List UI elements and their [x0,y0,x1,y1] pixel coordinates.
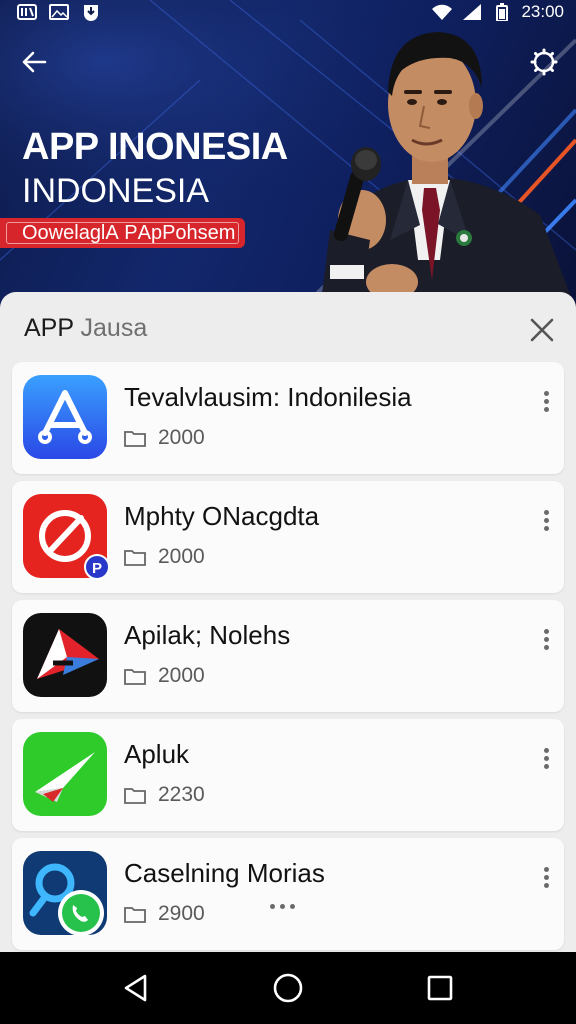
app-name: Mphty ONacgdta [124,501,320,531]
folder-icon [124,431,146,447]
nav-back-button[interactable] [112,964,160,1012]
more-options-button[interactable] [534,386,558,416]
app-name: Apilak; Nolehs [124,620,291,650]
status-time: 23:00 [521,2,564,21]
more-vert-icon [543,390,549,396]
hero-banner: 23:00 APP INONESIA INDONESIA OowelaglА Р… [0,0,576,310]
image-icon [48,3,70,21]
gear-icon [530,48,558,76]
status-bar: 23:00 [0,0,576,24]
app-meta: 2000 [124,545,205,569]
sheet-header: APP Jausa [0,292,576,362]
more-vert-icon [543,747,549,753]
list-item[interactable]: Tevalvlausim: Indonilesia 2000 [12,362,564,474]
red-slash-app-icon: P [23,494,110,580]
folder-icon [124,788,146,804]
folder-icon [124,550,146,566]
hero-subtitle: INDONESIA [22,172,210,210]
folder-icon [124,669,146,685]
more-horizontal-button[interactable] [270,898,306,914]
app-name: Caselning Morias [124,858,325,888]
list-item[interactable]: Apluk 2230 [12,719,564,831]
book-icon [16,3,38,21]
nav-recents-button[interactable] [416,964,464,1012]
back-triangle-icon [124,974,147,1002]
nav-home-button[interactable] [264,964,312,1012]
app-meta-value: 2230 [158,783,205,806]
app-list: Tevalvlausim: Indonilesia 2000 P Mphty O… [12,362,564,952]
app-meta: 2230 [124,783,205,807]
folder-icon [124,907,146,923]
app-meta-value: 2900 [158,902,205,925]
wifi-icon [431,3,453,21]
paper-plane-app-icon [23,732,107,816]
more-vert-icon [543,866,549,872]
app-meta: 2000 [124,664,205,688]
app-name: Tevalvlausim: Indonilesia [124,382,412,412]
more-options-button[interactable] [534,624,558,654]
app-badge-letter: P [92,560,102,577]
battery-icon [491,3,513,21]
screen: 23:00 APP INONESIA INDONESIA OowelaglА Р… [0,0,576,1024]
app-meta-value: 2000 [158,426,205,449]
more-vert-icon [543,628,549,634]
app-meta: 2900 [124,902,205,926]
more-horiz-icon [270,903,275,909]
sheet-title-muted: Jausa [80,314,148,342]
recents-square-icon [427,975,453,1001]
hero-tag-badge: OowelaglА РApPohsem [0,218,246,248]
back-button[interactable] [14,42,54,82]
app-meta-value: 2000 [158,545,205,568]
more-options-button[interactable] [534,862,558,892]
home-circle-icon [273,973,303,1003]
sheet-title: APP Jausa [24,314,147,343]
sheet-title-main: APP [24,314,74,342]
arrow-left-icon [22,51,47,73]
hero-title: APP INONESIA [22,126,288,168]
more-vert-icon [543,509,549,515]
app-store-icon [23,375,107,459]
close-button[interactable] [522,310,562,350]
system-nav-bar [0,952,576,1024]
more-options-button[interactable] [534,743,558,773]
search-whatsapp-app-icon [23,851,107,936]
shield-download-icon [80,3,102,21]
list-item[interactable]: P Mphty ONacgdta 2000 [12,481,564,593]
status-bar-left-icons [16,3,102,21]
app-meta-value: 2000 [158,664,205,687]
app-meta: 2000 [124,426,205,450]
list-item[interactable]: Caselning Morias 2900 [12,838,564,950]
list-item[interactable]: Apilak; Nolehs 2000 [12,600,564,712]
red-arrow-app-icon [23,613,107,697]
signal-icon [461,3,483,21]
apps-bottom-sheet: APP Jausa Tevalvlausim: Indonilesia 2000… [0,292,576,952]
settings-button[interactable] [524,42,564,82]
close-icon [530,318,554,342]
status-bar-right: 23:00 [431,2,564,22]
app-name: Apluk [124,739,190,769]
more-options-button[interactable] [534,505,558,535]
